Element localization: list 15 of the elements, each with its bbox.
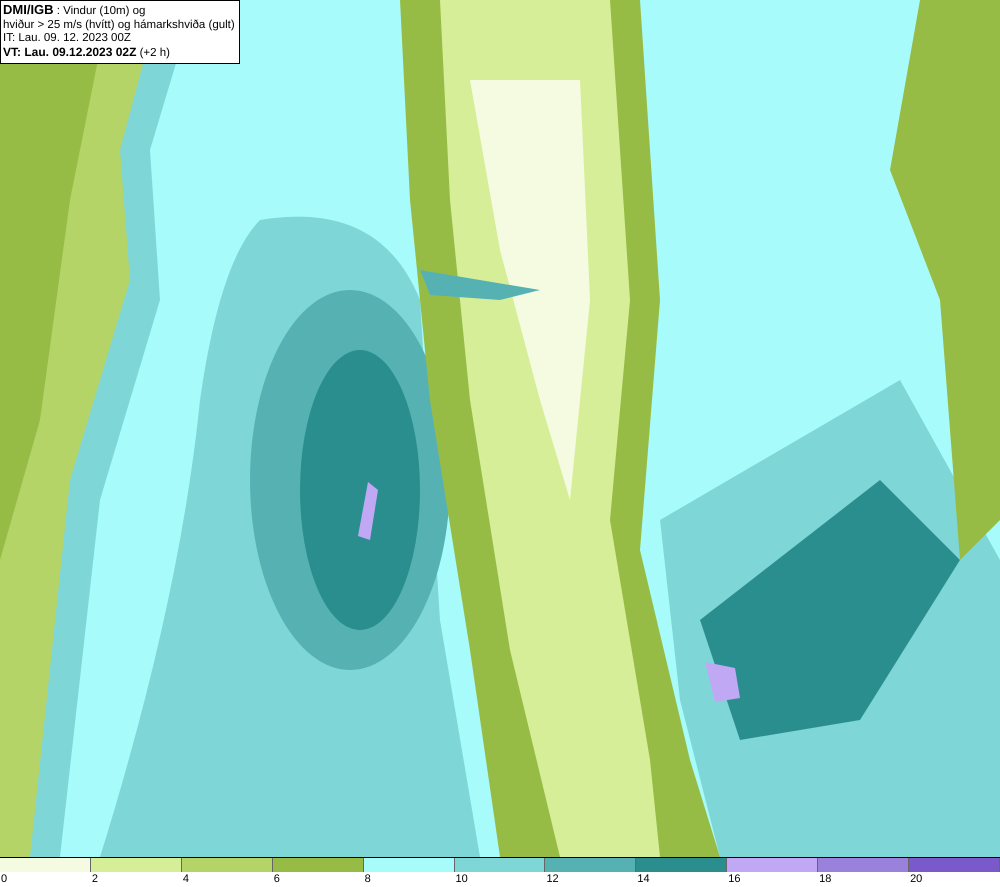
legend-tick-label: 18 xyxy=(819,873,832,885)
legend-tick-label: 8 xyxy=(364,873,371,885)
legend-tick-label: 4 xyxy=(182,873,189,885)
legend-tick-label: 6 xyxy=(274,873,280,885)
legend-tick-label: 16 xyxy=(728,873,740,885)
legend-tick-label: 0 xyxy=(1,873,8,885)
legend-tick-label: 12 xyxy=(546,873,559,885)
legend-tick-label: 14 xyxy=(637,873,650,885)
legend-tick-label: 20 xyxy=(910,873,922,885)
valid-time-text: VT: Lau. 09.12.2023 02Z (+2 h) xyxy=(3,46,171,60)
legend-tick-label: 2 xyxy=(92,873,98,885)
title-text: DMI/IGB : Vindur (10m) og xyxy=(3,3,146,18)
subtitle-text: hviður > 25 m/s (hvítt) og hámarkshviða (gult) xyxy=(3,18,235,32)
initial-time-text: IT: Lau. 09. 12. 2023 00Z xyxy=(3,32,132,46)
legend-tick-label: 10 xyxy=(456,873,468,885)
